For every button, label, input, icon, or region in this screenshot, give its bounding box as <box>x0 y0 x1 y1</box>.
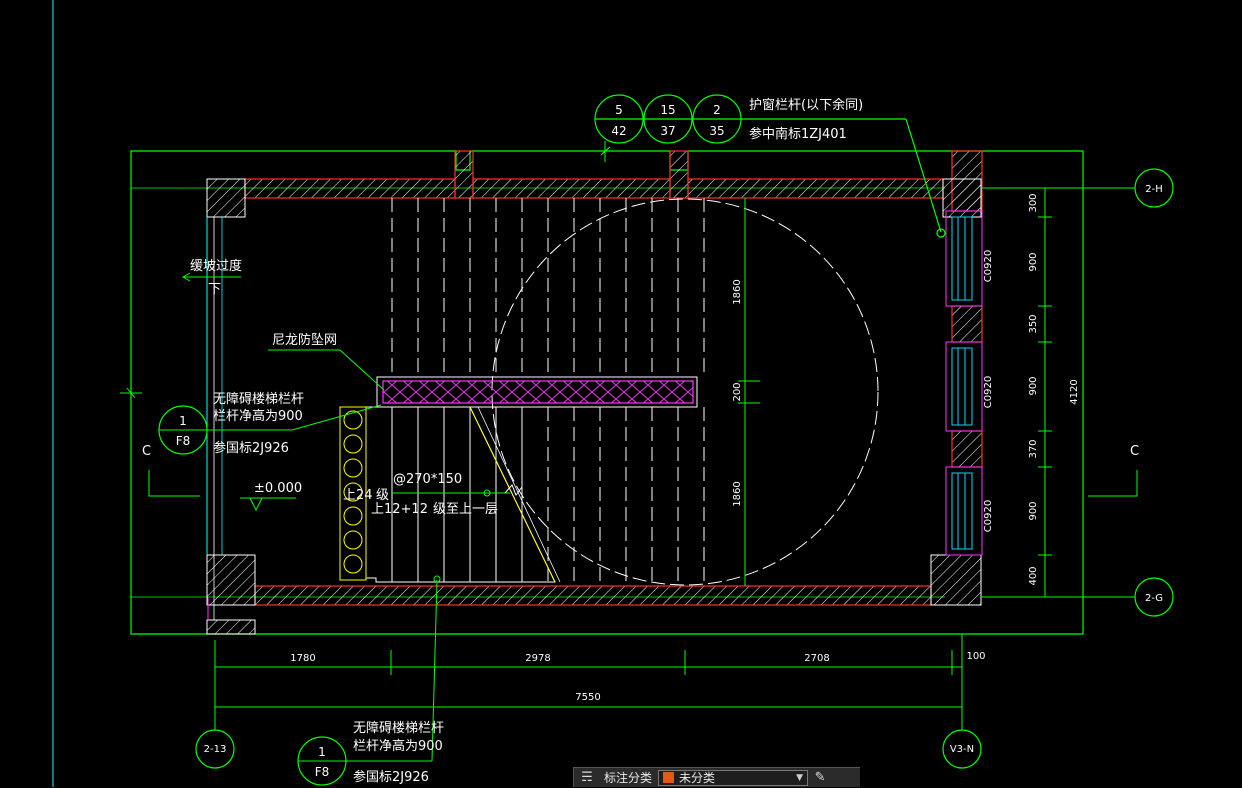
category-dropdown[interactable]: 未分类 ▼ <box>658 769 809 786</box>
category-color-swatch <box>663 772 675 783</box>
railing-left-leader <box>291 404 382 431</box>
railing-bottom-bubble-bottom: F8 <box>315 765 330 779</box>
dim-right-2: 900 <box>1028 252 1039 271</box>
railing-bottom-bubble-top: 1 <box>318 745 326 759</box>
window-bubble-3-top: 2 <box>713 103 721 117</box>
window-label-2: C0920 <box>983 376 994 408</box>
window-bubble-1-bottom: 42 <box>611 124 626 138</box>
section-label-left: C <box>142 444 151 459</box>
axis-label-2h: 2-H <box>1145 184 1163 195</box>
windows <box>945 210 983 556</box>
axis-label-2-13: 2-13 <box>204 744 227 755</box>
window-bubble-2-bottom: 37 <box>660 124 675 138</box>
stair-up-unit: 级 <box>376 488 389 503</box>
window-bubble-1-top: 5 <box>615 103 623 117</box>
dim-right-3: 350 <box>1028 314 1039 333</box>
dim-stair-1: 1860 <box>732 279 743 304</box>
stair-treads-lower <box>391 407 523 582</box>
window-bubble-2-top: 15 <box>660 103 675 117</box>
edit-icon[interactable]: ✎ <box>808 770 832 785</box>
elevation-mark <box>240 497 296 512</box>
dim-right-7: 400 <box>1028 566 1039 585</box>
stair-up-count: 上24 <box>343 488 373 503</box>
tag-icon[interactable]: ☴ <box>574 768 600 788</box>
net-label: 尼龙防坠网 <box>272 332 337 348</box>
dim-bottom-1: 1780 <box>290 653 315 664</box>
railing-left-line2: 栏杆净高为900 <box>213 408 303 424</box>
railing-bottom-ref: 参国标2J926 <box>353 769 429 785</box>
window-callout-line2: 参中南标1ZJ401 <box>749 126 847 142</box>
dim-right-1: 300 <box>1028 193 1039 212</box>
nylon-net-inner <box>382 380 694 404</box>
axis-label-2g: 2-G <box>1145 593 1163 604</box>
stair-diagonal <box>469 406 556 583</box>
dim-right-6: 900 <box>1028 501 1039 520</box>
stair-split: 上12+12 <box>371 502 428 517</box>
section-mark-right <box>1088 470 1138 497</box>
railing-bottom-line2: 栏杆净高为900 <box>353 738 443 754</box>
dim-bottom-2: 2978 <box>525 653 550 664</box>
cad-drawing[interactable]: 1860 200 1860 300 900 350 900 370 900 40… <box>0 0 1242 787</box>
dim-right-total: 4120 <box>1069 379 1080 404</box>
dim-stair-3: 1860 <box>732 481 743 506</box>
dim-stair-2: 200 <box>732 382 743 401</box>
dim-right-4: 900 <box>1028 376 1039 395</box>
ramp-direction: 下 <box>208 282 221 297</box>
dim-bottom-3: 2708 <box>804 653 829 664</box>
railing-left-bubble-top: 1 <box>179 414 187 428</box>
stair-treads-upper <box>391 198 705 377</box>
section-mark-left <box>148 470 200 497</box>
stair-to-next: 级至上一层 <box>433 502 498 517</box>
window-label-3: C0920 <box>983 500 994 532</box>
annotation-category-toolbar: ☴ 标注分类 未分类 ▼ ✎ <box>573 767 860 787</box>
window-callout-line1: 护窗栏杆(以下余同) <box>749 97 863 113</box>
dim-bottom-total: 7550 <box>575 692 600 703</box>
window-bubble-3-bottom: 35 <box>709 124 724 138</box>
railing-left-bubble-bottom: F8 <box>176 434 191 448</box>
railing-left-line1: 无障碍楼梯栏杆 <box>213 392 304 407</box>
toolbar-label: 标注分类 <box>604 771 653 785</box>
window-label-1: C0920 <box>983 250 994 282</box>
elevation-label: ±0.000 <box>254 481 302 496</box>
chevron-down-icon: ▼ <box>796 772 804 783</box>
railing-left-ref: 参国标2J926 <box>213 440 289 456</box>
stair-outline <box>365 406 556 583</box>
dim-right-5: 370 <box>1028 439 1039 458</box>
ramp-label: 缓坡过度 <box>190 258 242 274</box>
axis-label-v3n: V3-N <box>950 744 974 755</box>
window-callout <box>594 94 946 238</box>
dim-bottom-extra: 100 <box>966 651 985 662</box>
net-leader <box>268 349 385 391</box>
stair-step-note: @270*150 <box>393 472 462 487</box>
bottom-dim-chain <box>214 634 963 730</box>
railing-bottom-line1: 无障碍楼梯栏杆 <box>353 721 444 736</box>
category-value: 未分类 <box>679 771 716 785</box>
stair-treads-lower-dashed <box>547 407 705 582</box>
right-dim-chain <box>1038 187 1090 598</box>
section-label-right: C <box>1130 444 1139 459</box>
